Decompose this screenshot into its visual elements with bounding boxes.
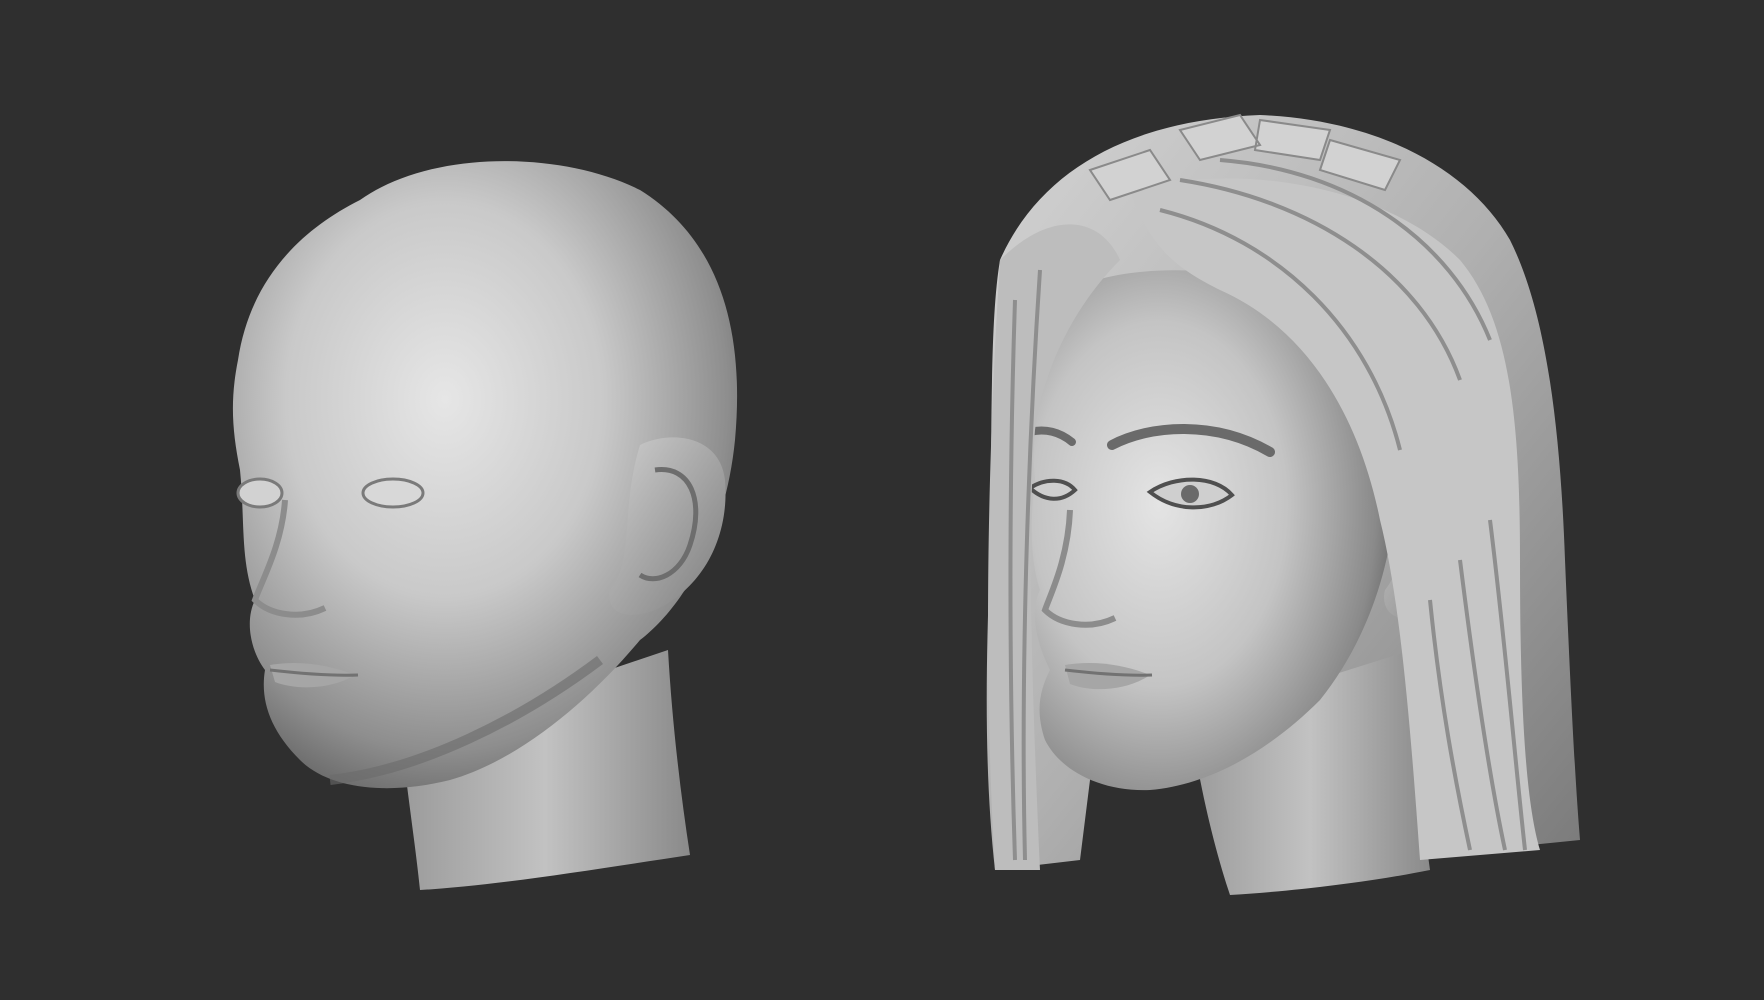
render-canvas: [232, 113, 1580, 895]
left-eye: [361, 477, 425, 509]
bald-head-model[interactable]: [232, 161, 738, 890]
hair-head-model[interactable]: [986, 113, 1580, 895]
right-iris: [1181, 485, 1199, 503]
render-viewport[interactable]: [0, 0, 1764, 1000]
right-eye: [236, 477, 284, 509]
